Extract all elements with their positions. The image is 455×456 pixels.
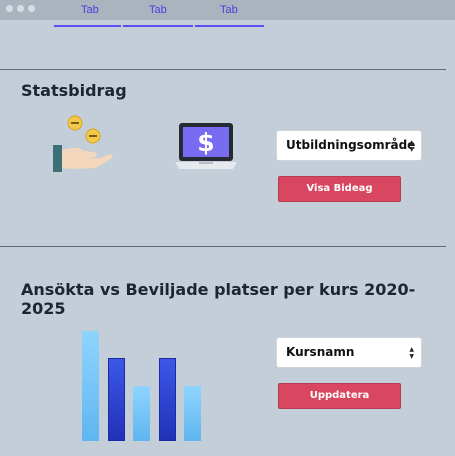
uppdatera-button[interactable]: Uppdatera (278, 383, 401, 409)
tab-1[interactable]: Tab (81, 4, 99, 16)
chevron-updown-icon: ▲ ▼ (409, 139, 414, 153)
section-title-ansokta: Ansökta vs Beviljade platser per kurs 20… (21, 280, 416, 318)
hand-coins-icon (50, 114, 114, 176)
window-close-dot[interactable] (6, 5, 13, 12)
window-maximize-dot[interactable] (28, 5, 35, 12)
kursnamn-select[interactable]: Kursnamn ▲ ▼ (276, 337, 422, 368)
section-divider (0, 246, 446, 247)
utbildningsomrade-select[interactable]: Utbildningsområde ▲ ▼ (276, 130, 422, 161)
tab-separator (193, 25, 195, 27)
section-divider (0, 69, 446, 70)
tab-underline (54, 25, 264, 27)
tab-3[interactable]: Tab (220, 4, 238, 16)
tab-2[interactable]: Tab (149, 4, 167, 16)
laptop-dollar-icon: $ (175, 120, 237, 172)
visa-bidrag-button[interactable]: Visa Bideag (278, 176, 401, 202)
window-titlebar: Tab Tab Tab (0, 0, 455, 20)
chart-bar (133, 386, 150, 441)
tab-separator (121, 25, 123, 27)
chart-bar (82, 331, 99, 441)
window-minimize-dot[interactable] (17, 5, 24, 12)
chart-bar (184, 386, 201, 441)
chart-bar (158, 358, 176, 441)
svg-text:$: $ (197, 128, 214, 157)
chart-bar (107, 358, 125, 441)
chevron-updown-icon: ▲ ▼ (409, 346, 414, 360)
select-value: Kursnamn (286, 345, 355, 359)
select-value: Utbildningsområde (286, 138, 416, 152)
section-title-statsbidrag: Statsbidrag (21, 81, 127, 100)
